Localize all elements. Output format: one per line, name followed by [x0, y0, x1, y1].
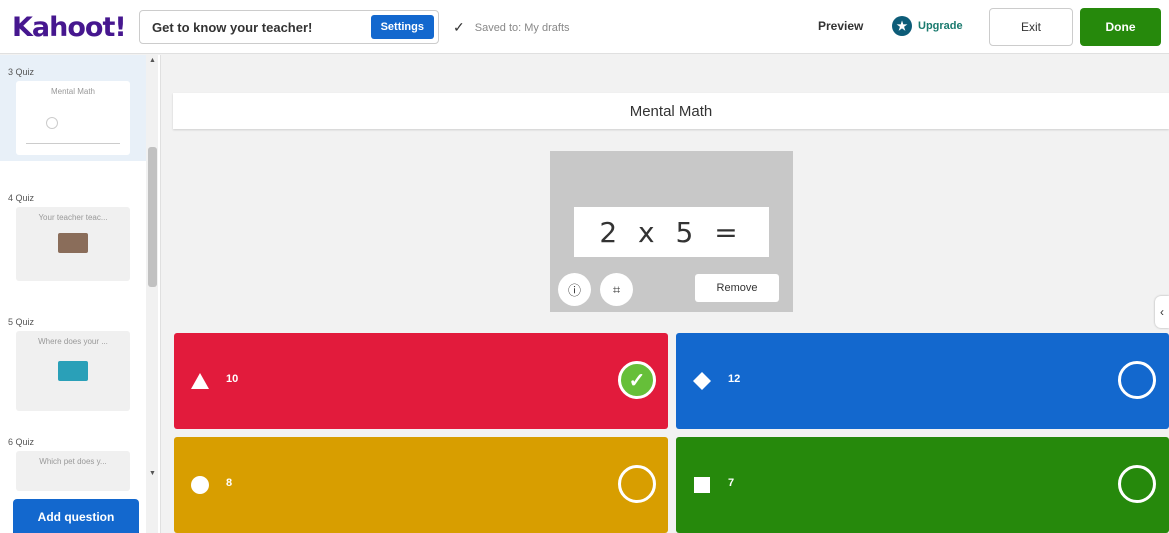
image-thumbnail: [58, 233, 88, 253]
slide-item[interactable]: 4 Quiz Your teacher teac...: [0, 183, 146, 283]
upgrade-button[interactable]: ★ Upgrade: [892, 16, 963, 36]
done-button[interactable]: Done: [1080, 8, 1161, 46]
slide-thumbnail: Which pet does y...: [16, 451, 130, 491]
upgrade-label: Upgrade: [918, 20, 963, 32]
preview-button[interactable]: Preview: [818, 19, 863, 33]
slide-thumbnail: Mental Math: [16, 81, 130, 155]
crop-icon[interactable]: ⌗: [600, 273, 633, 306]
exit-button[interactable]: Exit: [989, 8, 1073, 46]
slide-label: 4 Quiz: [8, 193, 35, 203]
scroll-down-icon[interactable]: ▼: [149, 470, 156, 477]
slide-item[interactable]: 3 Quiz Mental Math: [0, 55, 146, 161]
diamond-icon: [693, 372, 711, 390]
checkmark-icon: ✓: [453, 19, 465, 35]
save-status: ✓ Saved to: My drafts: [453, 19, 570, 36]
info-icon[interactable]: ⓘ: [558, 273, 591, 306]
circle-icon: [191, 476, 209, 494]
slide-label: 6 Quiz: [8, 437, 35, 447]
answer-option[interactable]: 12: [676, 333, 1169, 429]
answer-text: 7: [728, 477, 735, 489]
sidebar-scrollbar[interactable]: [146, 55, 158, 533]
answer-text: 10: [226, 373, 239, 385]
collapse-panel-icon[interactable]: ‹: [1155, 296, 1169, 328]
question-title-field[interactable]: Mental Math: [173, 93, 1169, 129]
image-thumbnail: [58, 361, 88, 381]
remove-media-button[interactable]: Remove: [695, 274, 779, 302]
correct-answer-toggle[interactable]: [1118, 361, 1156, 399]
correct-answer-toggle[interactable]: ✓: [618, 361, 656, 399]
add-question-button[interactable]: Add question: [13, 499, 139, 533]
answer-option[interactable]: 8: [174, 437, 668, 533]
slide-item[interactable]: 6 Quiz Which pet does y...: [0, 431, 146, 491]
triangle-icon: [191, 373, 209, 389]
slide-sidebar: 3 Quiz Mental Math 4 Quiz Your teacher t…: [0, 55, 161, 533]
correct-answer-toggle[interactable]: [618, 465, 656, 503]
slide-label: 5 Quiz: [8, 317, 35, 327]
star-icon: ★: [892, 16, 912, 36]
slide-thumbnail: Where does your ...: [16, 331, 130, 411]
correct-answer-toggle[interactable]: [1118, 465, 1156, 503]
slide-question: Which pet does y...: [39, 457, 107, 466]
settings-button[interactable]: Settings: [370, 15, 434, 39]
answer-text: 8: [226, 477, 233, 489]
answer-option[interactable]: 10 ✓: [174, 333, 668, 429]
saved-text: Saved to: My drafts: [474, 21, 570, 34]
slide-question: Your teacher teac...: [38, 213, 108, 222]
slide-question: Mental Math: [50, 87, 96, 96]
quiz-title-field[interactable]: Get to know your teacher! Settings: [139, 10, 439, 44]
top-bar: Kahoot! Get to know your teacher! Settin…: [0, 0, 1169, 54]
scroll-up-icon[interactable]: ▲: [149, 57, 156, 64]
kahoot-logo[interactable]: Kahoot!: [12, 12, 127, 43]
slide-question: Where does your ...: [38, 337, 108, 346]
slide-thumbnail: Your teacher teac...: [16, 207, 130, 281]
question-image: 2 x 5 =: [574, 207, 769, 257]
media-area: 2 x 5 = ⓘ ⌗ Remove: [550, 151, 793, 312]
media-placeholder-icon: [46, 117, 58, 129]
answer-option[interactable]: 7: [676, 437, 1169, 533]
divider: [26, 143, 120, 144]
slide-label: 3 Quiz: [8, 67, 35, 77]
answer-text: 12: [728, 373, 741, 385]
scrollbar-thumb[interactable]: [148, 147, 157, 287]
square-icon: [694, 477, 710, 493]
quiz-title: Get to know your teacher!: [152, 19, 313, 35]
slide-item[interactable]: 5 Quiz Where does your ...: [0, 307, 146, 415]
